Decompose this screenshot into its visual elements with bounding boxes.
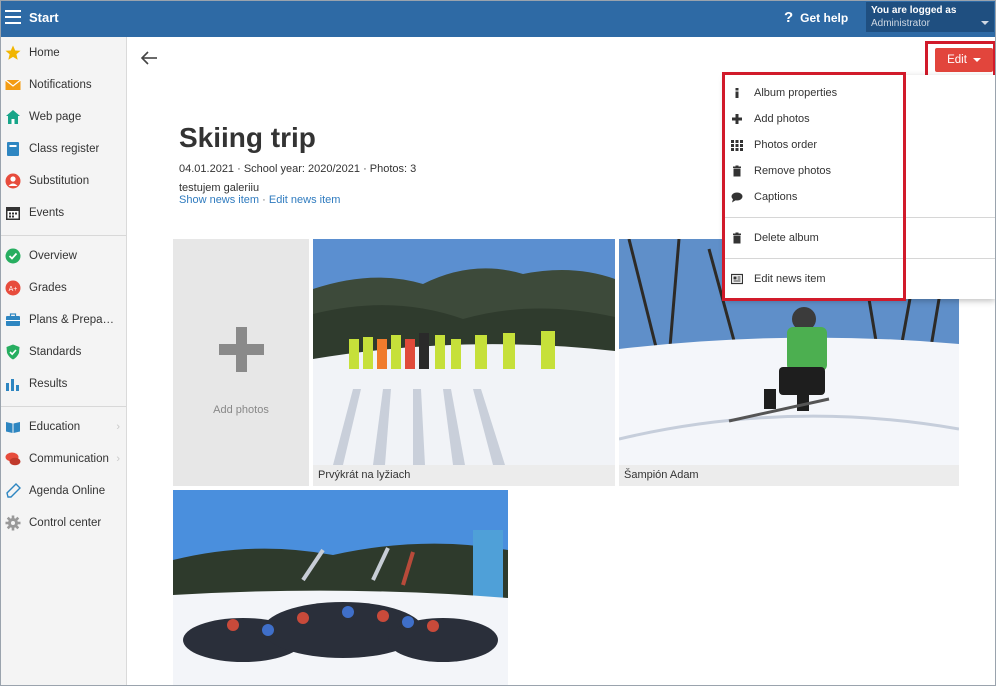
user-line2: Administrator — [871, 18, 930, 29]
plus-icon — [219, 327, 264, 372]
sidebar-item-substitution[interactable]: Substitution — [1, 165, 126, 197]
sidebar-item-results[interactable]: Results — [1, 368, 126, 400]
top-bar: Start ? Get help You are logged as Admin… — [1, 1, 995, 37]
news-links: Show news item · Edit news item — [179, 194, 340, 206]
calendar-icon — [5, 205, 21, 221]
sidebar-item-label: Plans & Preparations — [29, 314, 115, 326]
sidebar-item-label: Substitution — [29, 175, 90, 187]
sidebar-item-web-page[interactable]: Web page — [1, 101, 126, 133]
chevron-right-icon: › — [116, 453, 120, 465]
house-icon — [5, 109, 21, 125]
person-icon — [5, 173, 21, 189]
album-description: testujem galeriiu — [179, 182, 260, 194]
photo-caption: Prvýkrát na lyžiach — [313, 465, 615, 486]
bar-chart-icon — [5, 376, 21, 392]
photo-caption: Šampión Adam — [619, 465, 959, 486]
shield-icon — [5, 344, 21, 360]
book-icon — [5, 141, 21, 157]
sidebar-item-label: Home — [29, 47, 60, 59]
sidebar-item-events[interactable]: Events — [1, 197, 126, 229]
sidebar-item-control-center[interactable]: Control center — [1, 507, 126, 539]
add-photos-label: Add photos — [213, 404, 269, 416]
question-icon: ? — [784, 9, 794, 26]
back-arrow-icon[interactable] — [139, 48, 159, 68]
sidebar-item-plans[interactable]: Plans & Preparations — [1, 304, 126, 336]
get-help-label: Get help — [800, 10, 849, 25]
sidebar-item-label: Standards — [29, 346, 82, 358]
sidebar-item-agenda-online[interactable]: Agenda Online — [1, 475, 126, 507]
sidebar-item-label: Events — [29, 207, 65, 219]
show-news-item-link[interactable]: Show news item — [179, 194, 259, 206]
chevron-down-icon — [981, 21, 989, 25]
nav-group-study: Overview A+ Grades Plans & Preparations … — [1, 236, 126, 407]
sidebar-item-notifications[interactable]: Notifications — [1, 69, 126, 101]
gear-icon — [5, 515, 21, 531]
sidebar-item-standards[interactable]: Standards — [1, 336, 126, 368]
user-menu[interactable]: You are logged as Administrator — [866, 2, 994, 32]
add-photos-tile[interactable]: Add photos — [173, 239, 309, 486]
pen-icon — [5, 483, 21, 499]
sidebar-item-label: Overview — [29, 250, 77, 262]
chat-icon — [5, 451, 21, 467]
hamburger-menu-icon[interactable] — [5, 10, 21, 24]
envelope-icon — [5, 77, 21, 93]
edit-news-item-link[interactable]: Edit news item — [269, 194, 341, 206]
sidebar-item-communication[interactable]: Communication › — [1, 443, 126, 475]
sidebar-item-label: Education — [29, 421, 81, 433]
sidebar-item-education[interactable]: Education › — [1, 411, 126, 443]
star-icon — [5, 45, 21, 61]
sidebar-item-label: Web page — [29, 111, 82, 123]
svg-text:A+: A+ — [9, 286, 18, 293]
check-circle-icon — [5, 248, 21, 264]
sidebar-item-home[interactable]: Home — [1, 37, 126, 69]
photo-tile[interactable]: Prvýkrát na lyžiach — [313, 239, 615, 486]
link-separator: · — [262, 194, 266, 206]
photo-tile[interactable] — [173, 490, 508, 685]
grades-icon: A+ — [5, 280, 21, 296]
user-line1: You are logged as — [871, 5, 957, 16]
sidebar-item-label: Agenda Online — [29, 485, 106, 497]
photo-image — [313, 239, 615, 465]
sidebar-item-label: Grades — [29, 282, 67, 294]
sidebar-item-label: Communication — [29, 453, 109, 465]
menu-highlight — [722, 72, 906, 301]
briefcase-icon — [5, 312, 21, 328]
photo-image — [173, 490, 508, 685]
nav-group-main: Home Notifications Web page Class regist… — [1, 37, 126, 236]
open-book-icon — [5, 419, 21, 435]
sidebar-item-class-register[interactable]: Class register — [1, 133, 126, 165]
get-help-button[interactable]: ? Get help — [784, 9, 848, 26]
album-meta: 04.01.2021 · School year: 2020/2021 · Ph… — [179, 163, 417, 175]
sidebar-item-grades[interactable]: A+ Grades — [1, 272, 126, 304]
chevron-right-icon: › — [116, 421, 120, 433]
sidebar: Home Notifications Web page Class regist… — [1, 37, 127, 685]
app-window: Start ? Get help You are logged as Admin… — [0, 0, 996, 686]
sidebar-item-label: Results — [29, 378, 68, 390]
app-title[interactable]: Start — [29, 10, 59, 25]
nav-group-tools: Education › Communication › Agenda Onlin… — [1, 407, 126, 539]
sidebar-item-label: Control center — [29, 517, 102, 529]
sidebar-item-overview[interactable]: Overview — [1, 240, 126, 272]
sidebar-item-label: Notifications — [29, 79, 92, 91]
sidebar-item-label: Class register — [29, 143, 100, 155]
page-title: Skiing trip — [179, 122, 316, 153]
